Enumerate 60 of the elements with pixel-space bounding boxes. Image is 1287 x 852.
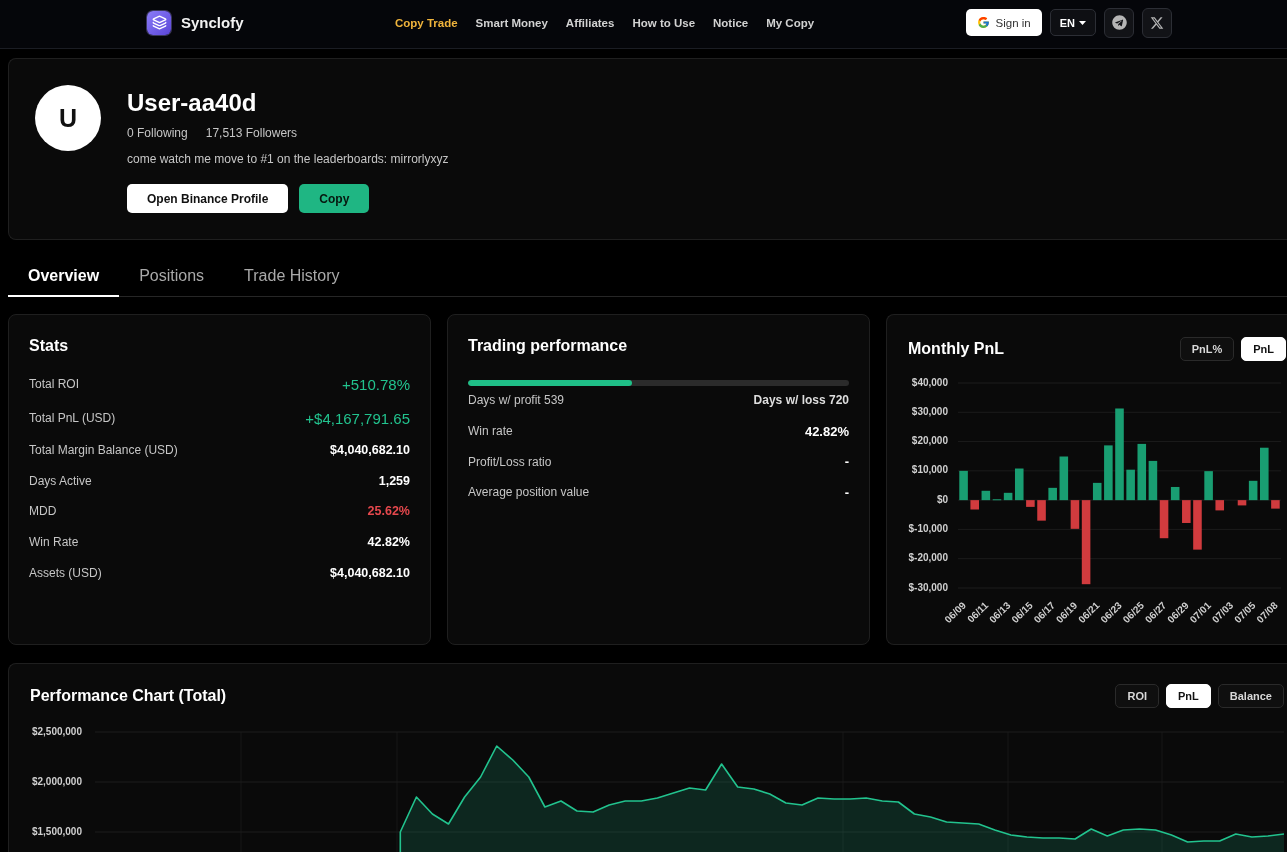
bio-text: come watch me move to #1 on the leaderboards: mirrorlyxyz <box>127 151 449 167</box>
metric-label: Win rate <box>468 424 513 439</box>
followers-count: 17,513 Followers <box>205 125 298 141</box>
tab[interactable]: Positions <box>119 257 225 297</box>
card-title: Performance Chart (Total) <box>30 686 227 706</box>
stat-value: 25.62% <box>367 504 410 519</box>
tab[interactable]: Overview <box>8 257 120 297</box>
toggle-button[interactable]: PnL <box>1241 337 1286 361</box>
stat-label: Total ROI <box>29 377 79 391</box>
axis-label: $2,000,000 <box>31 775 82 787</box>
loss-days-label: Days w/ loss 720 <box>753 392 849 408</box>
nav-link[interactable]: Affiliates <box>565 16 615 29</box>
stat-value: +$4,167,791.65 <box>305 409 410 427</box>
card-title: Trading performance <box>468 336 629 356</box>
card-title: Monthly PnL <box>908 339 1004 359</box>
stat-label: Win Rate <box>29 535 79 550</box>
profit-days-label: Days w/ profit 539 <box>468 392 565 408</box>
copy-button[interactable]: Copy <box>299 184 370 213</box>
toggle-button[interactable]: Balance <box>1217 684 1284 708</box>
metric-value: - <box>844 485 849 500</box>
avatar: U <box>35 85 101 151</box>
metric-value: 42.82% <box>804 423 849 439</box>
stat-label: Assets (USD) <box>29 565 102 580</box>
nav-link[interactable]: My Copy <box>766 16 815 29</box>
metric-label: Profit/Loss ratio <box>468 454 552 469</box>
stat-label: MDD <box>29 504 57 519</box>
stat-value: 42.82% <box>367 535 410 550</box>
stat-value: 1,259 <box>378 473 410 488</box>
telegram-button[interactable] <box>1104 7 1134 38</box>
caret-icon <box>1079 20 1086 25</box>
tab[interactable]: Trade History <box>224 257 360 297</box>
stat-value: $4,040,682.10 <box>330 565 410 580</box>
metric-label: Average position value <box>468 485 590 500</box>
following-count: 0 Following <box>127 125 188 141</box>
stat-value: +510.78% <box>342 375 410 393</box>
user-name: User-aa40d <box>127 89 258 117</box>
nav-link[interactable]: Copy Trade <box>394 16 458 29</box>
toggle-button[interactable]: PnL% <box>1179 337 1235 361</box>
toggle-button[interactable]: PnL <box>1166 684 1211 708</box>
axis-label: $2,500,000 <box>31 725 82 737</box>
nav-link[interactable]: Smart Money <box>475 16 548 29</box>
paper-plane-icon <box>1111 15 1127 30</box>
g-logo-icon <box>976 16 990 29</box>
nav-link[interactable]: Notice <box>713 16 749 29</box>
stat-value: $4,040,682.10 <box>330 443 410 458</box>
stat-label: Total PnL (USD) <box>29 411 116 425</box>
language-dropdown[interactable]: EN <box>1049 9 1096 36</box>
metric-value: - <box>844 454 849 470</box>
brand-name: Synclofy <box>181 14 244 31</box>
card-title: Stats <box>29 336 70 356</box>
axis-label: $1,500,000 <box>31 825 82 837</box>
layers-logo-icon <box>147 10 171 35</box>
x-logo-icon <box>1150 15 1164 30</box>
toggle-button[interactable]: ROI <box>1115 684 1159 708</box>
stat-label: Days Active <box>29 473 92 488</box>
nav-link[interactable]: How to Use <box>632 16 696 29</box>
stat-label: Total Margin Balance (USD) <box>29 443 178 458</box>
profile-link-button[interactable]: Open Binance Profile <box>127 184 289 213</box>
sign-in-button[interactable]: Sign in <box>965 9 1042 36</box>
x-button[interactable] <box>1142 7 1172 38</box>
